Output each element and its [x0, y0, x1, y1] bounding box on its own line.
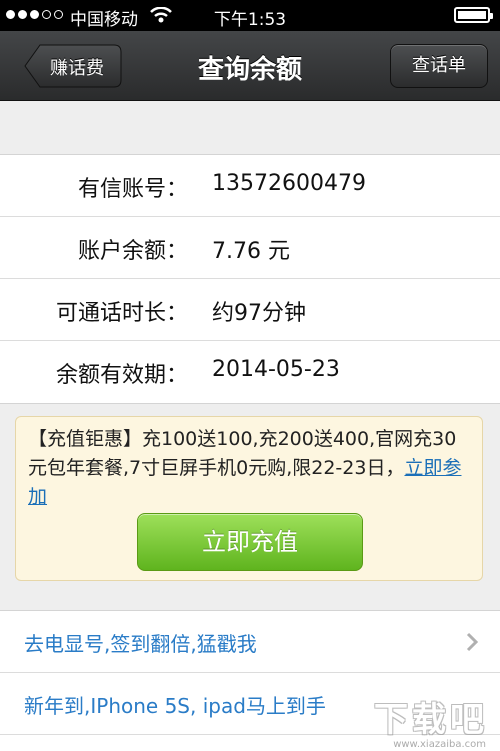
- info-label: 余额有效期：: [55, 363, 188, 388]
- signal-dot: [42, 10, 51, 19]
- info-row-talk-time: 可通话时长： 约97分钟: [0, 279, 500, 341]
- info-row-expiry: 余额有效期： 2014-05-23: [0, 341, 500, 403]
- watermark: 下载吧 www.xiazaiba.com: [370, 692, 492, 750]
- promo-description: 【充值钜惠】充100送100,充200送400,官网充30元包年套餐,7寸巨屏手…: [28, 428, 457, 479]
- info-label: 可通话时长：: [55, 301, 188, 326]
- info-label: 有信账号：: [77, 177, 188, 202]
- navigation-bar: 赚话费 查询余额 查话单: [0, 31, 500, 101]
- account-info-card: 有信账号： 13572600479 账户余额： 7.76 元 可通话时长： 约9…: [0, 154, 500, 404]
- watermark-url: www.xiazaiba.com: [393, 739, 486, 750]
- recharge-now-button[interactable]: 立即充值: [137, 513, 363, 571]
- list-item-label: 去电显号,签到翻倍,猛戳我: [24, 632, 257, 656]
- signal-dot: [6, 10, 15, 19]
- info-value: 约97分钟: [212, 301, 306, 326]
- info-value: 13572600479: [212, 171, 366, 196]
- signal-strength-icon: [6, 10, 63, 19]
- back-button-label: 赚话费: [50, 58, 104, 79]
- battery-fill: [458, 11, 486, 19]
- back-button[interactable]: 赚话费: [24, 44, 122, 88]
- carrier-name: 中国移动: [70, 10, 138, 30]
- list-item-label: 新年到,IPhone 5S, ipad马上到手: [24, 694, 326, 718]
- promo-text: 【充值钜惠】充100送100,充200送400,官网充30元包年套餐,7寸巨屏手…: [28, 425, 474, 512]
- status-bar: 中国移动 下午1:53: [0, 0, 500, 31]
- info-row-balance: 账户余额： 7.76 元: [0, 217, 500, 279]
- chevron-right-icon: [466, 632, 479, 657]
- promo-banner: 【充值钜惠】充100送100,充200送400,官网充30元包年套餐,7寸巨屏手…: [15, 416, 483, 581]
- info-value: 2014-05-23: [212, 357, 340, 382]
- info-label: 账户余额：: [77, 239, 188, 264]
- signal-dot: [54, 10, 63, 19]
- signal-dot: [18, 10, 27, 19]
- call-records-button[interactable]: 查话单: [390, 44, 488, 88]
- watermark-logo: 下载吧: [374, 700, 488, 740]
- info-value: 7.76 元: [212, 239, 290, 264]
- wifi-icon: [150, 6, 172, 28]
- info-row-account: 有信账号： 13572600479: [0, 155, 500, 217]
- signal-dot: [30, 10, 39, 19]
- list-item[interactable]: 去电显号,签到翻倍,猛戳我: [0, 611, 500, 673]
- battery-icon: [454, 7, 493, 23]
